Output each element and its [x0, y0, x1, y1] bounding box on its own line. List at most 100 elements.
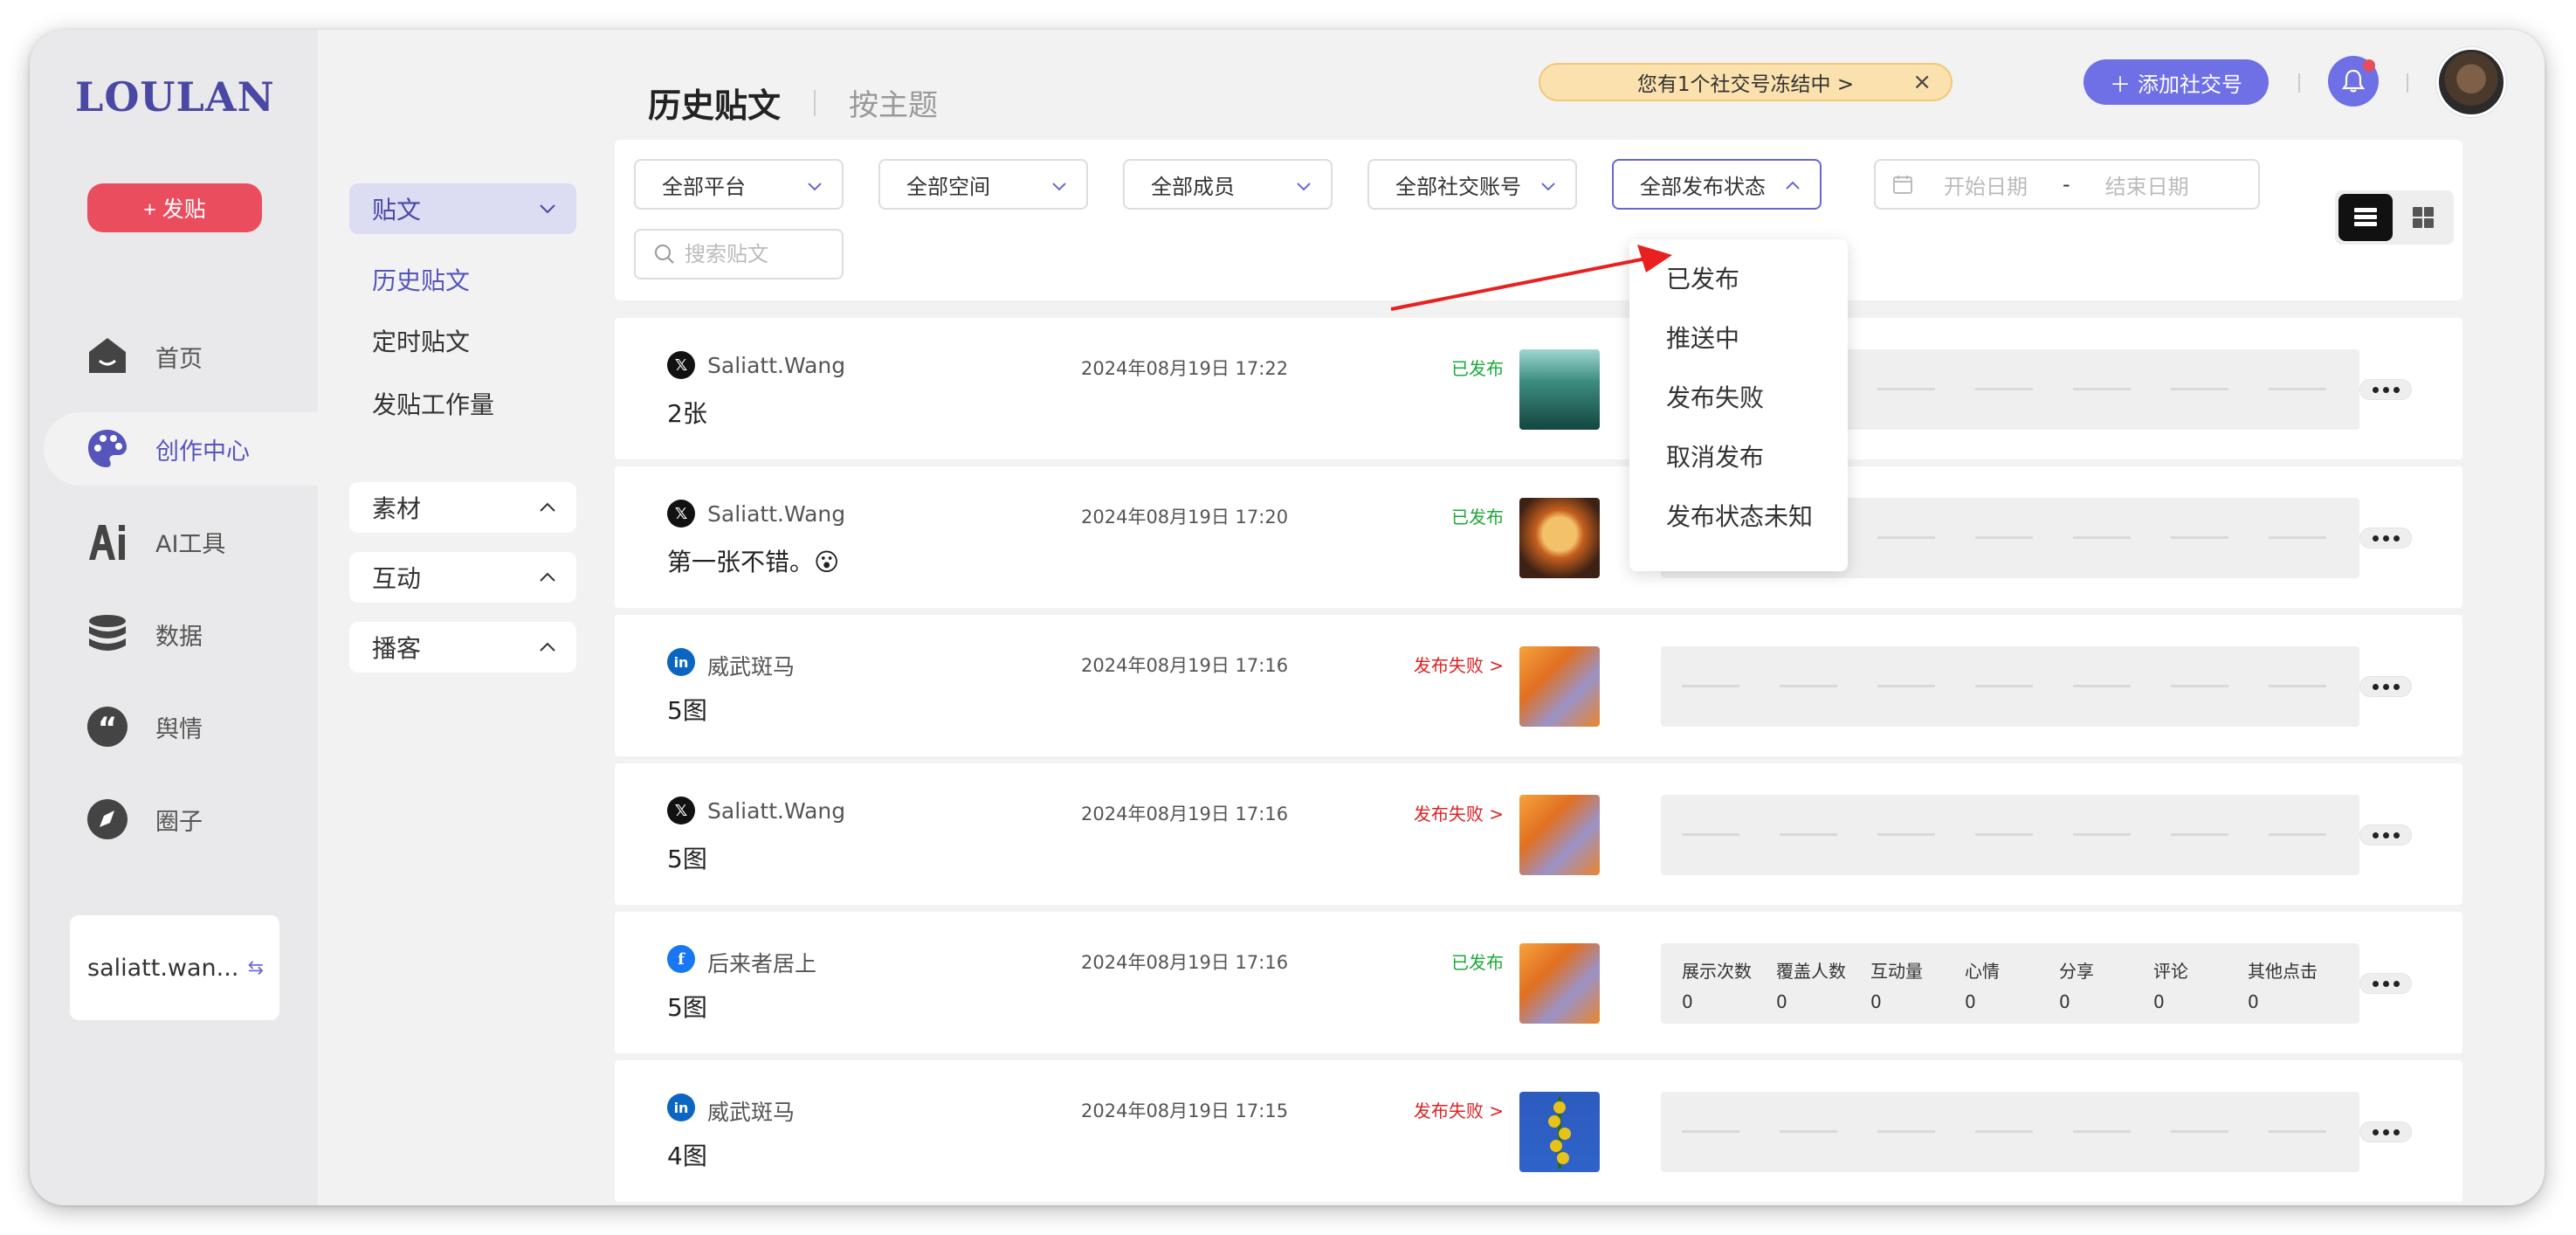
nav-item-ai-tools[interactable]: AI工具: [44, 505, 341, 578]
post-thumbnail[interactable]: [1519, 349, 1600, 430]
avatar[interactable]: [2436, 47, 2506, 117]
nav-item-home[interactable]: 首页: [44, 320, 341, 393]
status-option-failed[interactable]: 发布失败: [1666, 379, 1764, 414]
member-filter-label: 全部成员: [1151, 174, 1235, 199]
metric-placeholder-dash: [2171, 685, 2228, 687]
post-thumbnail[interactable]: [1519, 1092, 1600, 1172]
nav-item-creation-center[interactable]: 创作中心: [44, 412, 341, 486]
notification-badge: [2363, 59, 2375, 72]
date-separator: -: [2063, 172, 2070, 197]
post-content: 5图: [667, 845, 707, 873]
tab-history-posts[interactable]: 历史贴文: [648, 79, 781, 127]
add-social-label: 添加社交号: [2138, 72, 2242, 97]
list-view-button[interactable]: [2338, 194, 2393, 241]
metric-placeholder-dash: [1877, 1130, 1935, 1133]
post-row[interactable]: 𝕏 Saliatt.Wang 5图 2024年08月19日 17:16 发布失败…: [615, 763, 2462, 905]
post-row[interactable]: f 后来者居上 5图 2024年08月19日 17:16 已发布 展示次数 0 覆…: [615, 912, 2462, 1053]
close-icon[interactable]: ×: [1912, 69, 1932, 95]
post-time: 2024年08月19日 17:16: [1081, 804, 1289, 824]
metric-placeholder-dash: [2073, 1130, 2131, 1133]
post-status[interactable]: 发布失败 >: [1414, 800, 1504, 825]
metric-placeholder-dash: [2171, 1130, 2228, 1133]
list-icon: [2354, 208, 2377, 226]
subnav-link-post-workload[interactable]: 发贴工作量: [372, 386, 494, 421]
metric-placeholder-dash: [1975, 388, 2033, 390]
subnav-header-label: 播客: [372, 634, 422, 663]
metric-placeholder-dash: [1780, 833, 1837, 836]
account-switcher[interactable]: saliatt.wan... ⇆: [70, 915, 279, 1020]
more-options-button[interactable]: [2359, 1121, 2412, 1142]
post-thumbnail[interactable]: [1519, 943, 1600, 1024]
home-icon: [86, 335, 129, 378]
search-box[interactable]: [634, 229, 844, 279]
notifications-button[interactable]: [2328, 56, 2379, 107]
status-option-pushing[interactable]: 推送中: [1666, 320, 1739, 355]
post-metrics: 展示次数 0 覆盖人数 0 互动量 0 心情 0 分享 0 评论 0 其他点击 0: [1661, 943, 2359, 1024]
search-input[interactable]: [685, 242, 833, 266]
subnav-link-history-posts[interactable]: 历史贴文: [372, 262, 470, 297]
post-status[interactable]: 发布失败 >: [1414, 652, 1504, 677]
post-row[interactable]: 𝕏 Saliatt.Wang 2张 2024年08月19日 17:22 已发布: [615, 318, 2462, 459]
post-metrics: [1661, 646, 2359, 727]
more-options-button[interactable]: [2359, 379, 2412, 400]
metric-placeholder-dash: [1975, 1130, 2033, 1133]
nav-label: 创作中心: [155, 438, 250, 466]
date-range-picker[interactable]: 开始日期 - 结束日期: [1874, 159, 2260, 210]
nav-item-circle[interactable]: 圈子: [44, 783, 341, 856]
start-date-field[interactable]: 开始日期: [1944, 169, 2028, 200]
subnav-interaction-header[interactable]: 互动: [349, 552, 576, 603]
publish-status-filter[interactable]: 全部发布状态: [1612, 159, 1822, 210]
post-row[interactable]: in 威武斑马 5图 2024年08月19日 17:16 发布失败 >: [615, 615, 2462, 756]
compass-icon: [86, 797, 129, 841]
subnav-material-header[interactable]: 素材: [349, 482, 576, 533]
post-row[interactable]: in 威武斑马 4图 2024年08月19日 17:15 发布失败 >: [615, 1060, 2462, 1202]
metric-placeholder-dash: [2171, 833, 2228, 836]
nav-item-public-opinion[interactable]: “ 舆情: [44, 690, 341, 763]
metric-placeholder-dash: [1682, 685, 1739, 687]
tab-by-topic[interactable]: 按主题: [849, 81, 938, 124]
post-time: 2024年08月19日 17:16: [1081, 952, 1289, 973]
more-options-button[interactable]: [2359, 676, 2412, 697]
switch-icon[interactable]: ⇆: [248, 957, 264, 979]
post-thumbnail[interactable]: [1519, 795, 1600, 875]
post-thumbnail[interactable]: [1519, 646, 1600, 727]
post-metrics: [1661, 1092, 2359, 1172]
metric-placeholder-dash: [1877, 833, 1935, 836]
more-options-button[interactable]: [2359, 973, 2412, 994]
end-date-field[interactable]: 结束日期: [2105, 169, 2189, 200]
post-account: Saliatt.Wang: [707, 798, 846, 824]
nav-item-data[interactable]: 数据: [44, 597, 341, 671]
metric-placeholder-dash: [1975, 833, 2033, 836]
annotation-arrow: [1390, 245, 1672, 311]
new-post-button[interactable]: + 发贴: [87, 183, 262, 232]
subnav-podcast-header[interactable]: 播客: [349, 622, 576, 673]
metric-impressions: 展示次数 0: [1682, 961, 1752, 1012]
ai-icon: [86, 520, 129, 563]
post-account: Saliatt.Wang: [707, 353, 846, 378]
subnav-posts-header[interactable]: 贴文: [349, 183, 576, 234]
metric-placeholder-dash: [2269, 536, 2326, 539]
frozen-account-banner[interactable]: 您有1个社交号冻结中 > ×: [1539, 63, 1953, 101]
page-tabs: 历史贴文 按主题: [648, 79, 938, 127]
social-account-filter[interactable]: 全部社交账号: [1367, 159, 1577, 210]
space-filter[interactable]: 全部空间: [878, 159, 1088, 210]
grid-view-button[interactable]: [2396, 194, 2450, 241]
status-option-unknown[interactable]: 发布状态未知: [1666, 498, 1813, 533]
post-thumbnail[interactable]: [1519, 498, 1600, 578]
database-icon: [86, 612, 129, 656]
post-row[interactable]: 𝕏 Saliatt.Wang 第一张不错。😮 2024年08月19日 17:20…: [615, 466, 2462, 608]
post-status[interactable]: 发布失败 >: [1414, 1097, 1504, 1122]
more-options-button[interactable]: [2359, 824, 2412, 845]
subnav-header-label: 贴文: [372, 196, 422, 224]
add-social-account-button[interactable]: ＋ 添加社交号: [2084, 59, 2269, 105]
post-content: 2张: [667, 399, 707, 428]
platform-filter[interactable]: 全部平台: [634, 159, 844, 210]
member-filter[interactable]: 全部成员: [1123, 159, 1333, 210]
metric-placeholder-dash: [1975, 685, 2033, 687]
more-options-button[interactable]: [2359, 528, 2412, 549]
metric-placeholder-dash: [1877, 536, 1935, 539]
metric-placeholder-dash: [1682, 1130, 1739, 1133]
status-option-cancelled[interactable]: 取消发布: [1666, 438, 1764, 473]
palette-icon: [86, 427, 129, 471]
subnav-link-scheduled-posts[interactable]: 定时贴文: [372, 323, 470, 358]
